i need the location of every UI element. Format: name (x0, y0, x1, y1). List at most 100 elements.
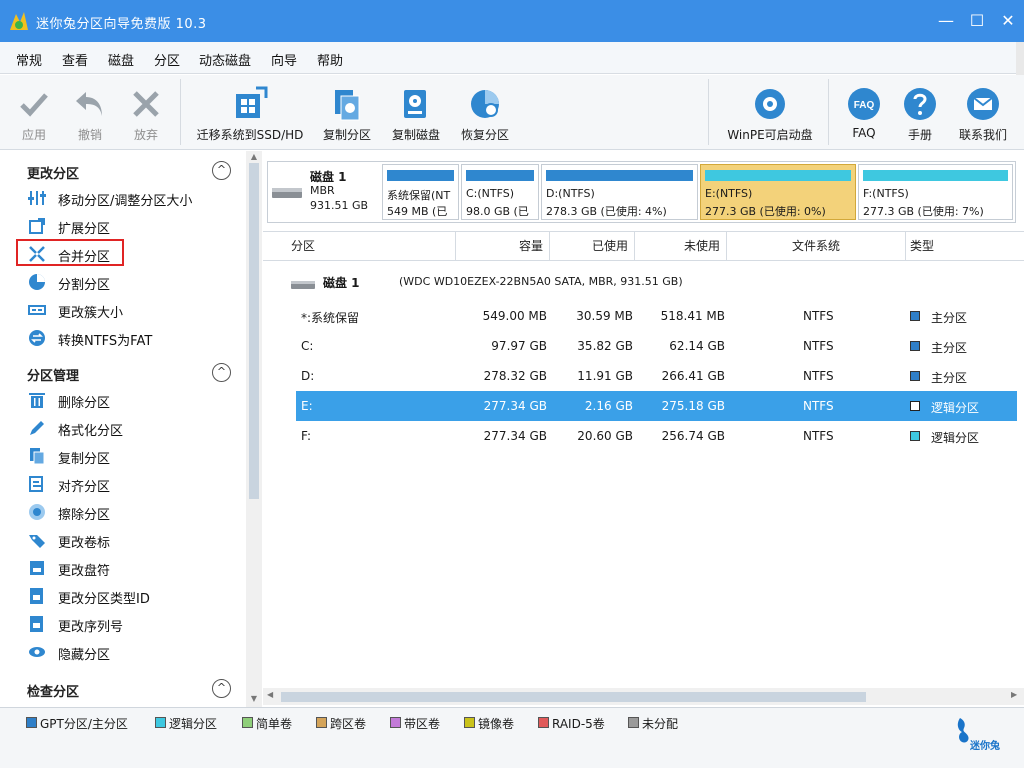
column-header-used[interactable]: 已使用 (550, 232, 635, 261)
legend-swatch (316, 717, 327, 728)
menu-wizard[interactable]: 向导 (271, 50, 297, 69)
column-header-capacity[interactable]: 容量 (456, 232, 550, 261)
format-pen-icon (30, 421, 44, 435)
toolbar-separator (828, 79, 829, 145)
collapse-check-partition-button[interactable]: ^ (212, 679, 231, 698)
wipe-partition-icon (29, 504, 45, 520)
table-scroll-thumb[interactable] (281, 692, 866, 702)
scroll-right-arrow-icon[interactable]: ▶ (1011, 690, 1017, 699)
sidebar-item-extend[interactable]: 扩展分区 (28, 214, 238, 238)
sidebar-scroll-thumb[interactable] (249, 163, 259, 499)
cell-capacity: 97.97 GB (491, 339, 547, 353)
sidebar-item-convert-ntfs-fat[interactable]: 转换NTFS为FAT (28, 326, 238, 350)
scroll-down-arrow-icon[interactable]: ▼ (246, 694, 262, 703)
sidebar-item-label: 更改卷标 (58, 536, 111, 551)
sidebar-item-copy[interactable]: 复制分区 (28, 444, 238, 468)
table-row[interactable]: F: 277.34 GB 20.60 GB 256.74 GB NTFS 逻辑分… (297, 421, 1017, 451)
menu-view[interactable]: 查看 (62, 50, 88, 69)
partition-bar-fill (546, 170, 693, 181)
menu-general[interactable]: 常规 (16, 50, 42, 69)
menu-disk[interactable]: 磁盘 (108, 50, 134, 69)
scroll-left-arrow-icon[interactable]: ◀ (267, 690, 273, 699)
sidebar-item-align[interactable]: 对齐分区 (28, 472, 238, 496)
merge-partition-highlight (16, 239, 124, 266)
menu-bar: 常规 查看 磁盘 分区 动态磁盘 向导 帮助 (0, 42, 1024, 74)
table-row[interactable]: D: 278.32 GB 11.91 GB 266.41 GB NTFS 主分区 (297, 361, 1017, 391)
table-row[interactable]: C: 97.97 GB 35.82 GB 62.14 GB NTFS 主分区 (297, 331, 1017, 361)
sidebar-item-delete[interactable]: 删除分区 (28, 388, 238, 412)
cell-type: 逻辑分区 (931, 401, 980, 415)
sidebar-item-label: 对齐分区 (58, 480, 111, 495)
disk-map-partition[interactable]: 系统保留(NT 549 MB (已 (382, 164, 459, 220)
tag-icon (29, 535, 45, 548)
collapse-partition-management-button[interactable]: ^ (212, 363, 231, 382)
legend-label: 逻辑分区 (169, 717, 218, 731)
sidebar-item-format[interactable]: 格式化分区 (28, 416, 238, 440)
contact-us-label: 联系我们 (958, 128, 1007, 142)
disk-map-disk-info[interactable]: 磁盘 1 MBR 931.51 GB (268, 162, 380, 222)
type-swatch (910, 371, 920, 381)
disk-map-partition[interactable]: F:(NTFS) 277.3 GB (已使用: 7%) (858, 164, 1013, 220)
table-horizontal-scrollbar[interactable]: ◀ ▶ (263, 688, 1024, 705)
column-header-type[interactable]: 类型 (906, 232, 1024, 261)
disk-row-name: 磁盘 1 (323, 276, 360, 290)
scroll-up-arrow-icon[interactable]: ▲ (246, 152, 262, 161)
disk-map-partition[interactable]: C:(NTFS) 98.0 GB (已 (461, 164, 539, 220)
copy-disk-icon (404, 90, 426, 118)
manual-button[interactable]: 手册 (898, 75, 942, 150)
apply-button[interactable]: 应用 (10, 75, 58, 150)
sidebar-item-label: 格式化分区 (58, 424, 124, 439)
contact-us-button[interactable]: 联系我们 (954, 75, 1012, 150)
partition-bar-fill (466, 170, 534, 181)
sidebar-item-hide[interactable]: 隐藏分区 (28, 640, 238, 664)
partition-bar-fill (863, 170, 1008, 181)
sidebar-scrollbar[interactable]: ▲ ▼ (246, 151, 262, 707)
menu-partition[interactable]: 分区 (154, 50, 180, 69)
column-header-partition[interactable]: 分区 (263, 232, 456, 261)
sidebar-item-move-resize[interactable]: 移动分区/调整分区大小 (28, 186, 238, 210)
disk-map: 磁盘 1 MBR 931.51 GB 系统保留(NT 549 MB (已 C:(… (267, 161, 1016, 223)
recover-partition-label: 恢复分区 (460, 128, 509, 142)
cell-capacity: 277.34 GB (483, 399, 547, 413)
sidebar-item-wipe[interactable]: 擦除分区 (28, 500, 238, 524)
sidebar-item-split[interactable]: 分割分区 (28, 270, 238, 294)
copy-disk-button[interactable]: 复制磁盘 (387, 75, 445, 150)
type-id-icon (30, 588, 43, 604)
cell-used: 11.91 GB (577, 369, 633, 383)
copy-disk-label: 复制磁盘 (391, 128, 440, 142)
sidebar-item-change-label[interactable]: 更改卷标 (28, 528, 238, 552)
sidebar-item-change-type-id[interactable]: 更改分区类型ID (28, 584, 238, 608)
table-row-selected[interactable]: E: 277.34 GB 2.16 GB 275.18 GB NTFS 逻辑分区 (296, 391, 1017, 421)
collapse-change-partition-button[interactable]: ^ (212, 161, 231, 180)
window-title: 迷你兔分区向导免费版 10.3 (36, 17, 207, 32)
copy-partition-icon (335, 90, 360, 121)
column-header-file-system[interactable]: 文件系统 (727, 232, 906, 261)
menu-help[interactable]: 帮助 (317, 50, 343, 69)
partition-size: 549 MB (已 (387, 205, 448, 218)
sidebar-item-change-letter[interactable]: 更改盘符 (28, 556, 238, 580)
winpe-bootable-button[interactable]: WinPE可启动盘 (722, 75, 818, 150)
sidebar-item-cluster-size[interactable]: 更改簇大小 (28, 298, 238, 322)
migrate-os-button[interactable]: 迁移系统到SSD/HD (194, 75, 306, 150)
close-button[interactable]: ✕ (996, 10, 1020, 32)
copy-partition-button[interactable]: 复制分区 (318, 75, 376, 150)
column-header-unused[interactable]: 未使用 (635, 232, 727, 261)
undo-button[interactable]: 撤销 (64, 75, 116, 150)
minimize-button[interactable]: — (934, 10, 958, 32)
help-question-icon (904, 88, 936, 120)
discard-button[interactable]: 放弃 (122, 75, 170, 150)
maximize-button[interactable]: ☐ (965, 10, 989, 32)
migrate-os-icon (236, 86, 268, 118)
partition-bar (705, 170, 851, 181)
faq-button[interactable]: FAQ FAQ (842, 75, 886, 150)
faq-label: FAQ (852, 126, 876, 140)
partition-bar (387, 170, 454, 181)
disk-map-partition[interactable]: D:(NTFS) 278.3 GB (已使用: 4%) (541, 164, 698, 220)
menu-dynamic-disk[interactable]: 动态磁盘 (199, 50, 251, 69)
align-partition-icon (29, 476, 43, 492)
sidebar-item-change-serial[interactable]: 更改序列号 (28, 612, 238, 636)
partition-size: 278.3 GB (已使用: 4%) (546, 205, 667, 218)
recover-partition-button[interactable]: 恢复分区 (456, 75, 514, 150)
table-row[interactable]: *:系统保留 549.00 MB 30.59 MB 518.41 MB NTFS… (297, 301, 1017, 331)
disk-map-partition-selected[interactable]: E:(NTFS) 277.3 GB (已使用: 0%) (700, 164, 856, 220)
